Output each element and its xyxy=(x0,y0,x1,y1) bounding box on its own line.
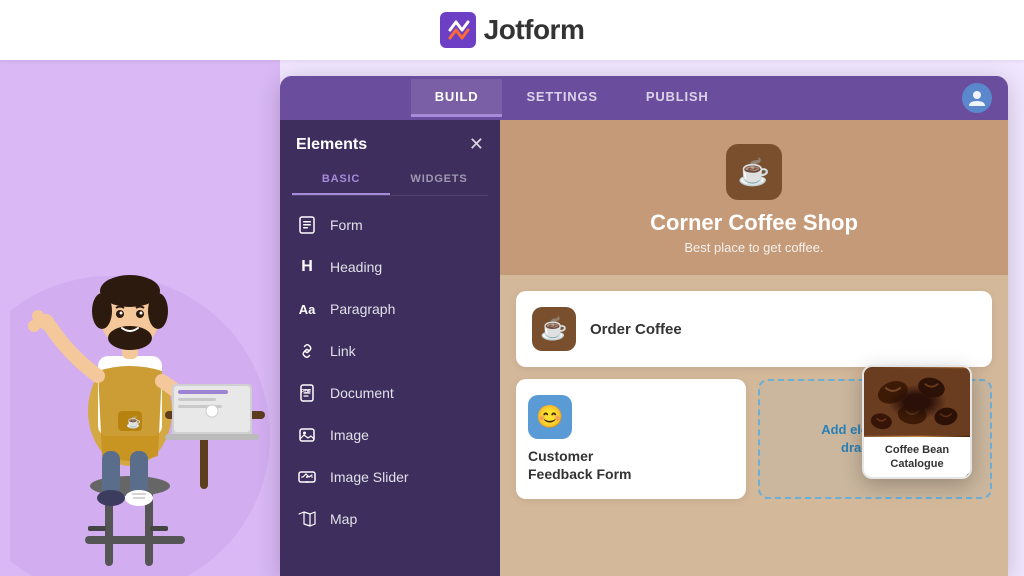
top-nav: BUILD SETTINGS PUBLISH xyxy=(280,76,1008,120)
barista-illustration: ☕ xyxy=(10,116,270,576)
main-canvas: ☕ Corner Coffee Shop Best place to get c… xyxy=(500,120,1008,576)
jotform-logo-icon xyxy=(440,12,476,48)
sidebar-item-heading[interactable]: H Heading xyxy=(280,246,500,288)
sidebar-item-link[interactable]: Link xyxy=(280,330,500,372)
order-coffee-card[interactable]: ☕ Order Coffee xyxy=(516,291,992,367)
shop-name: Corner Coffee Shop xyxy=(650,210,858,236)
feedback-icon: 😊 xyxy=(528,395,572,439)
coffee-bean-title: Coffee BeanCatalogue xyxy=(864,437,970,478)
app-grid: ☕ Order Coffee 😊 CustomerFeedback Form xyxy=(500,275,1008,576)
sidebar-item-image[interactable]: Image xyxy=(280,414,500,456)
order-coffee-title: Order Coffee xyxy=(590,321,682,338)
tab-widgets[interactable]: WIDGETS xyxy=(390,165,488,195)
sidebar-item-link-label: Link xyxy=(330,343,356,359)
sidebar-item-paragraph[interactable]: Aa Paragraph xyxy=(280,288,500,330)
customer-feedback-card[interactable]: 😊 CustomerFeedback Form xyxy=(516,379,746,499)
shop-tagline: Best place to get coffee. xyxy=(684,240,823,255)
heading-icon: H xyxy=(296,256,318,278)
second-row: 😊 CustomerFeedback Form Add element with… xyxy=(516,379,992,499)
content-area: Elements ✕ BASIC WIDGETS Form H xyxy=(280,120,1008,576)
svg-text:PDF: PDF xyxy=(301,389,311,395)
sidebar-item-heading-label: Heading xyxy=(330,259,382,275)
sidebar-item-paragraph-label: Paragraph xyxy=(330,301,395,317)
sidebar-items-list: Form H Heading Aa Paragraph Link xyxy=(280,196,500,576)
coffee-bean-card[interactable]: Coffee BeanCatalogue ↗ xyxy=(862,365,972,480)
sidebar-item-image-slider-label: Image Slider xyxy=(330,469,409,485)
sidebar-tabs: BASIC WIDGETS xyxy=(292,165,488,196)
sidebar-item-image-label: Image xyxy=(330,427,369,443)
user-avatar[interactable] xyxy=(962,83,992,113)
illustration-area: ☕ xyxy=(0,60,280,576)
link-icon xyxy=(296,340,318,362)
sidebar-title: Elements xyxy=(296,136,367,154)
sidebar-item-form-label: Form xyxy=(330,217,363,233)
image-icon xyxy=(296,424,318,446)
image-slider-icon xyxy=(296,466,318,488)
order-coffee-icon: ☕ xyxy=(532,307,576,351)
nav-tabs: BUILD SETTINGS PUBLISH xyxy=(411,79,733,117)
form-icon xyxy=(296,214,318,236)
map-icon xyxy=(296,508,318,530)
shop-logo: ☕ xyxy=(726,144,782,200)
tab-publish[interactable]: PUBLISH xyxy=(622,79,733,117)
shop-header: ☕ Corner Coffee Shop Best place to get c… xyxy=(500,120,1008,275)
app-window: BUILD SETTINGS PUBLISH Elements ✕ xyxy=(280,76,1008,576)
coffee-bean-image xyxy=(864,367,970,437)
document-icon: PDF xyxy=(296,382,318,404)
main-area: ☕ xyxy=(0,60,1024,576)
sidebar-item-map[interactable]: Map xyxy=(280,498,500,540)
tab-basic[interactable]: BASIC xyxy=(292,165,390,195)
sidebar-item-image-slider[interactable]: Image Slider xyxy=(280,456,500,498)
sidebar-item-document[interactable]: PDF Document xyxy=(280,372,500,414)
paragraph-icon: Aa xyxy=(296,298,318,320)
close-button[interactable]: ✕ xyxy=(469,134,484,155)
tab-build[interactable]: BUILD xyxy=(411,79,503,117)
feedback-title: CustomerFeedback Form xyxy=(528,447,631,483)
tab-settings[interactable]: SETTINGS xyxy=(502,79,621,117)
logo: Jotform xyxy=(440,12,585,48)
svg-text:☕: ☕ xyxy=(126,414,141,429)
elements-sidebar: Elements ✕ BASIC WIDGETS Form H xyxy=(280,120,500,576)
app-header: Jotform xyxy=(0,0,1024,60)
order-coffee-row: ☕ Order Coffee xyxy=(516,291,992,367)
logo-text: Jotform xyxy=(484,14,585,46)
sidebar-item-document-label: Document xyxy=(330,385,394,401)
sidebar-item-form[interactable]: Form xyxy=(280,204,500,246)
sidebar-header: Elements ✕ xyxy=(280,120,500,165)
sidebar-item-map-label: Map xyxy=(330,511,357,527)
